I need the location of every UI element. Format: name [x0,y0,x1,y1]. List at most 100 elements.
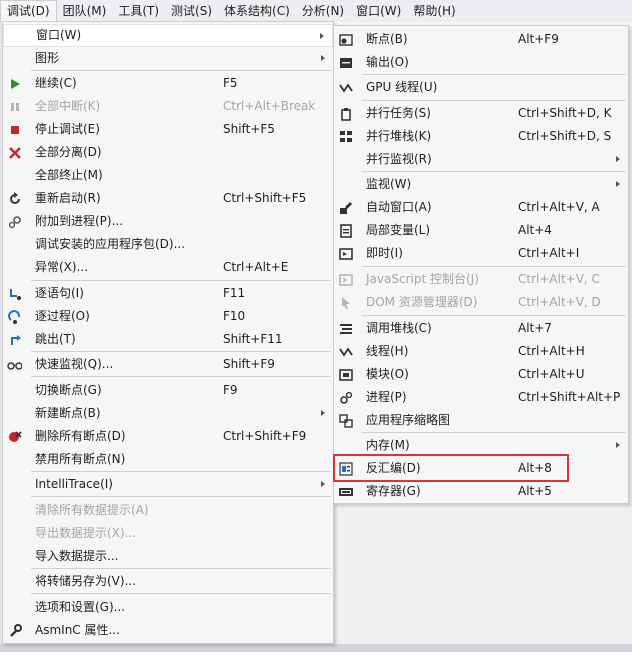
windows-submenu-item-0[interactable]: 断点(B) Alt+F9 [334,28,628,51]
debug-menu-item-label: 停止调试(E) [35,122,100,136]
debug-menu-item-15[interactable]: 切换断点(G) F9 [3,379,333,402]
windows-submenu-item-6[interactable]: 监视(W) [334,173,628,196]
debug-menu-item-shortcut: F10 [223,309,246,323]
debug-menu-item-0[interactable]: 窗口(W) [3,24,333,47]
windows-submenu-item-13[interactable]: 线程(H) Ctrl+Alt+H [334,340,628,363]
debug-menu-item-shortcut: Ctrl+Alt+E [223,260,289,274]
windows-submenu-item-label: 线程(H) [366,344,409,358]
breakpoints-window-icon [338,32,353,47]
windows-submenu-item-18[interactable]: 反汇编(D) Alt+8 [334,457,628,480]
windows-submenu-separator [362,171,626,172]
debug-menu-item-shortcut: F11 [223,286,246,300]
debug-menu-item-23[interactable]: 将转储另存为(V)... [3,570,333,593]
menubar-item-7[interactable]: 帮助(H) [407,0,461,22]
debug-menu-separator [31,70,331,71]
debug-menu-item-1[interactable]: 图形 [3,47,333,70]
dom-explorer-icon [338,295,353,310]
debug-menu-item-9[interactable]: 调试安装的应用程序包(D)... [3,233,333,256]
wrench-icon [7,623,22,638]
debug-menu-item-25[interactable]: AsmInC 属性... [3,619,333,642]
debug-menu-item-24[interactable]: 选项和设置(G)... [3,596,333,619]
debug-menu-item-label: 全部终止(M) [35,168,103,182]
windows-submenu-item-8[interactable]: 局部变量(L) Alt+4 [334,219,628,242]
menubar-item-5[interactable]: 分析(N) [296,0,350,22]
debug-menu-item-label: 窗口(W) [36,28,82,42]
chevron-right-icon [616,181,620,187]
app-thumbnail-icon [338,413,353,428]
debug-menu-item-shortcut: F5 [223,76,238,90]
windows-submenu-item-5[interactable]: 并行监视(R) [334,148,628,171]
debug-menu-item-20: 清除所有数据提示(A) [3,499,333,522]
debug-menu-item-18[interactable]: 禁用所有断点(N) [3,448,333,471]
menubar-item-3[interactable]: 测试(S) [165,0,218,22]
windows-submenu-item-3[interactable]: 并行任务(S) Ctrl+Shift+D, K [334,102,628,125]
windows-submenu-item-4[interactable]: 并行堆栈(K) Ctrl+Shift+D, S [334,125,628,148]
pause-icon [7,99,22,114]
windows-submenu-item-17[interactable]: 内存(M) [334,434,628,457]
debug-menu-item-16[interactable]: 新建断点(B) [3,402,333,425]
debug-menu-item-label: 异常(X)... [35,260,89,274]
windows-submenu-item-label: 反汇编(D) [366,461,421,475]
chevron-right-icon [321,410,325,416]
debug-menu-item-label: 选项和设置(G)... [35,600,126,614]
debug-menu-item-label: IntelliTrace(I) [35,477,113,491]
disassembly-icon [338,461,353,476]
menubar-item-1[interactable]: 团队(M) [57,0,113,22]
registers-icon [338,484,353,499]
debug-menu: 窗口(W) 图形 继续(C) F5 全部中断(K) Ctrl+Alt+Break 停止调试(… [2,21,334,644]
debug-menu-separator [31,280,331,281]
debug-menu-item-21: 导出数据提示(X)... [3,522,333,545]
windows-submenu-item-19[interactable]: 寄存器(G) Alt+5 [334,480,628,503]
threads-icon [338,344,353,359]
debug-menu-item-10[interactable]: 异常(X)... Ctrl+Alt+E [3,256,333,279]
debug-menu-item-14[interactable]: 快速监视(Q)... Shift+F9 [3,353,333,376]
detach-icon [7,145,22,160]
play-icon [7,76,22,91]
debug-menu-item-2[interactable]: 继续(C) F5 [3,72,333,95]
debug-menu-item-13[interactable]: 跳出(T) Shift+F11 [3,328,333,351]
debug-menu-item-shortcut: F9 [223,383,238,397]
windows-submenu-separator [362,74,626,75]
debug-menu-item-label: 将转储另存为(V)... [35,574,137,588]
windows-submenu-item-label: 并行堆栈(K) [366,129,432,143]
debug-menu-item-label: 导出数据提示(X)... [35,526,137,540]
windows-submenu-item-15[interactable]: 进程(P) Ctrl+Shift+Alt+P [334,386,628,409]
debug-menu-separator [31,376,331,377]
windows-submenu-item-label: 自动窗口(A) [366,200,432,214]
windows-submenu-item-label: 断点(B) [366,32,408,46]
menubar-item-6[interactable]: 窗口(W) [350,0,407,22]
debug-menu-item-19[interactable]: IntelliTrace(I) [3,473,333,496]
windows-submenu-item-label: GPU 线程(U) [366,80,438,94]
windows-submenu-item-shortcut: Ctrl+Shift+D, K [518,106,612,120]
windows-submenu-item-16[interactable]: 应用程序缩略图 [334,409,628,432]
debug-menu-separator [31,351,331,352]
windows-submenu-item-2[interactable]: GPU 线程(U) [334,76,628,99]
debug-menu-item-8[interactable]: 附加到进程(P)... [3,210,333,233]
stop-icon [7,122,22,137]
windows-submenu-item-1[interactable]: 输出(O) [334,51,628,74]
debug-menu-item-6[interactable]: 全部终止(M) [3,164,333,187]
debug-menu-item-11[interactable]: 逐语句(I) F11 [3,282,333,305]
windows-submenu-item-7[interactable]: 自动窗口(A) Ctrl+Alt+V, A [334,196,628,219]
parallel-stacks-icon [338,129,353,144]
debug-menu-item-12[interactable]: 逐过程(O) F10 [3,305,333,328]
debug-menu-item-7[interactable]: 重新启动(R) Ctrl+Shift+F5 [3,187,333,210]
debug-menu-item-5[interactable]: 全部分离(D) [3,141,333,164]
debug-menu-item-17[interactable]: 删除所有断点(D) Ctrl+Shift+F9 [3,425,333,448]
debug-menu-item-shortcut: Shift+F11 [223,332,283,346]
windows-submenu-item-12[interactable]: 调用堆栈(C) Alt+7 [334,317,628,340]
menubar-item-4[interactable]: 体系结构(C) [218,0,296,22]
menubar-item-2[interactable]: 工具(T) [112,0,165,22]
debug-menu-separator [31,496,331,497]
menubar-item-0[interactable]: 调试(D) [0,0,57,22]
windows-submenu-item-9[interactable]: 即时(I) Ctrl+Alt+I [334,242,628,265]
windows-submenu-item-shortcut: Ctrl+Shift+D, S [518,129,612,143]
windows-submenu-item-14[interactable]: 模块(O) Ctrl+Alt+U [334,363,628,386]
debug-menu-item-22[interactable]: 导入数据提示... [3,545,333,568]
debug-menu-item-label: 全部中断(K) [35,99,101,113]
debug-menu-item-label: 逐过程(O) [35,309,90,323]
debug-menu-item-label: 切换断点(G) [35,383,102,397]
parallel-tasks-icon [338,106,353,121]
debug-menu-item-4[interactable]: 停止调试(E) Shift+F5 [3,118,333,141]
windows-submenu-item-label: 模块(O) [366,367,409,381]
